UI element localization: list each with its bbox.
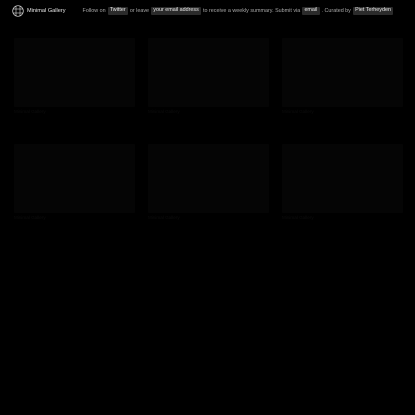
gallery-card[interactable]: Minimal Gallery	[14, 38, 135, 115]
gallery-card-label[interactable]: Minimal Gallery	[282, 109, 403, 115]
gallery-thumbnail[interactable]	[14, 144, 135, 213]
gallery-thumbnail[interactable]	[148, 38, 269, 107]
or-leave-text: or leave	[129, 8, 150, 14]
header-bar: Minimal Gallery Follow on Twitter or lea…	[12, 5, 405, 17]
gallery-card-label[interactable]: Minimal Gallery	[148, 215, 269, 221]
gallery-thumbnail[interactable]	[282, 144, 403, 213]
curator-link[interactable]: Piet Terheyden	[352, 6, 394, 16]
gallery-card-label[interactable]: Minimal Gallery	[14, 109, 135, 115]
page: Minimal Gallery Follow on Twitter or lea…	[0, 0, 415, 415]
gallery-thumbnail[interactable]	[14, 38, 135, 107]
gallery-card[interactable]: Minimal Gallery	[148, 144, 269, 221]
gallery-card[interactable]: Minimal Gallery	[282, 144, 403, 221]
gallery-card[interactable]: Minimal Gallery	[148, 38, 269, 115]
follow-text: Follow on	[82, 8, 106, 14]
gallery-card-label[interactable]: Minimal Gallery	[14, 215, 135, 221]
email-input[interactable]: your email address	[151, 6, 201, 16]
grid-globe-icon[interactable]	[12, 5, 24, 17]
gallery-card[interactable]: Minimal Gallery	[14, 144, 135, 221]
submit-email-link[interactable]: email	[302, 6, 320, 16]
gallery-card-label[interactable]: Minimal Gallery	[148, 109, 269, 115]
gallery-thumbnail[interactable]	[148, 144, 269, 213]
gallery-thumbnail[interactable]	[282, 38, 403, 107]
gallery-card[interactable]: Minimal Gallery	[282, 38, 403, 115]
curated-by-text: . Curated by	[321, 8, 351, 14]
brand-name[interactable]: Minimal Gallery	[27, 8, 66, 14]
receive-summary-text: to receive a weekly summary. Submit via	[202, 8, 301, 14]
gallery-card-label[interactable]: Minimal Gallery	[282, 215, 403, 221]
twitter-link[interactable]: Twitter	[107, 6, 128, 16]
gallery-grid: Minimal Gallery Minimal Gallery Minimal …	[14, 38, 403, 221]
